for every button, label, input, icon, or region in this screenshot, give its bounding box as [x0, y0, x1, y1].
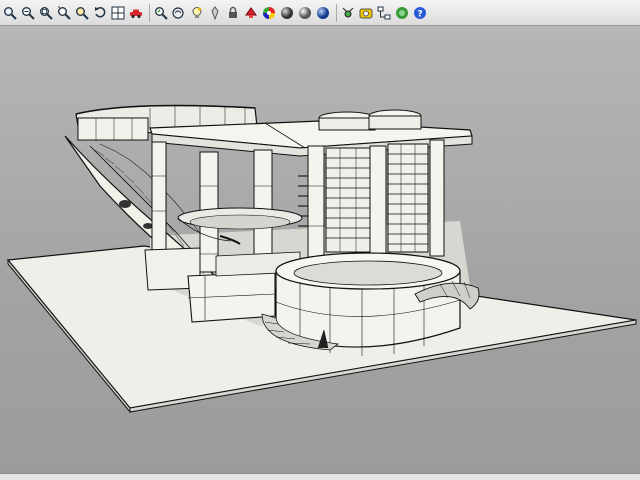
rotate-view-icon[interactable]: [92, 5, 108, 21]
3d-model-view: [6, 104, 637, 414]
snapshot-icon[interactable]: [358, 5, 374, 21]
help-icon[interactable]: ?: [412, 5, 428, 21]
shaded-sphere-icon[interactable]: [279, 5, 295, 21]
cad-application-window: ?: [0, 0, 640, 480]
zoom-extents-icon[interactable]: [56, 5, 72, 21]
svg-text:?: ?: [417, 9, 422, 19]
car-icon[interactable]: [128, 5, 144, 21]
toolbar-separator: [149, 3, 150, 22]
viewport-layout-icon[interactable]: [110, 5, 126, 21]
lock-icon[interactable]: [225, 5, 241, 21]
pan-icon[interactable]: [20, 5, 36, 21]
network-icon[interactable]: [376, 5, 392, 21]
perspective-viewport[interactable]: [0, 26, 640, 474]
toolbar-separator: [336, 3, 337, 22]
status-bar: [0, 473, 640, 480]
undo-view-icon[interactable]: [153, 5, 169, 21]
zoom-dynamic-icon[interactable]: [171, 5, 187, 21]
color-wheel-icon[interactable]: [261, 5, 277, 21]
rendered-sphere-icon[interactable]: [297, 5, 313, 21]
grasshopper-icon[interactable]: [340, 5, 356, 21]
teapot-icon[interactable]: [394, 5, 410, 21]
zoom-icon[interactable]: [2, 5, 18, 21]
render-icon[interactable]: [315, 5, 331, 21]
zoom-window-icon[interactable]: [38, 5, 54, 21]
bulb-icon[interactable]: [189, 5, 205, 21]
zoom-selected-icon[interactable]: [74, 5, 90, 21]
paint-icon[interactable]: [243, 5, 259, 21]
standard-toolbar: ?: [0, 0, 640, 26]
pin-icon[interactable]: [207, 5, 223, 21]
